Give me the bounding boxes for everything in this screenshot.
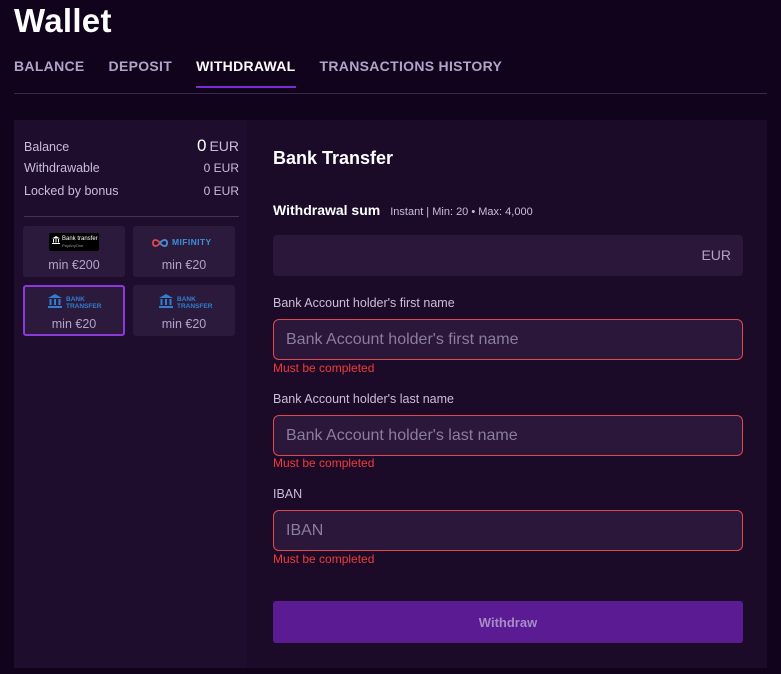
page-title: Wallet: [14, 2, 112, 39]
withdrawal-form: Bank Transfer Withdrawal sum Instant | M…: [247, 120, 767, 668]
sidebar-divider: [24, 216, 239, 217]
bank-transfer-logo-title: Bank transfer: [62, 236, 98, 242]
bank-transfer-blue-logo: BANK TRANSFER: [47, 292, 103, 312]
balance-currency: EUR: [209, 138, 239, 154]
locked-label: Locked by bonus: [24, 184, 119, 198]
mifinity-logo: MIFINITY: [151, 237, 221, 249]
iban-input[interactable]: [273, 510, 743, 551]
first-name-label: Bank Account holder's first name: [273, 296, 455, 310]
tab-deposit[interactable]: DEPOSIT: [109, 58, 173, 86]
mifinity-logo-text: MIFINITY: [172, 237, 212, 247]
bank-icon: [52, 236, 60, 244]
locked-value: 0 EUR: [203, 184, 239, 198]
withdrawable-value: 0 EUR: [203, 161, 239, 175]
balance-amount: 0: [196, 136, 207, 155]
method-mifinity[interactable]: MIFINITY min €20: [133, 226, 235, 277]
tab-transactions-history[interactable]: TRANSACTIONS HISTORY: [320, 58, 503, 86]
balance-label: Balance: [24, 140, 70, 154]
withdrawable-label: Withdrawable: [24, 161, 100, 175]
withdrawable-row: Withdrawable 0 EUR: [24, 161, 239, 175]
withdrawal-sum-label: Withdrawal sum: [273, 202, 381, 218]
method-min-amount: min €20: [51, 317, 97, 331]
balance-value: 0 EUR: [197, 136, 239, 156]
bank-transfer-logo-text: BANK TRANSFER: [177, 296, 213, 310]
amount-currency: EUR: [701, 247, 731, 263]
method-bank-transfer-selected[interactable]: BANK TRANSFER min €20: [23, 285, 125, 336]
bank-icon: [48, 294, 62, 308]
first-name-error: Must be completed: [273, 361, 375, 375]
form-title: Bank Transfer: [273, 148, 394, 168]
bank-transfer-logo-sub: PayAnyOne: [62, 243, 84, 248]
bank-transfer-logo: Bank transfer PayAnyOne: [49, 233, 99, 251]
balance-sidebar: Balance 0 EUR Withdrawable 0 EUR Locked b…: [14, 120, 247, 668]
method-bank-transfer-payanyone[interactable]: Bank transfer PayAnyOne min €200: [23, 226, 125, 277]
last-name-error: Must be completed: [273, 456, 375, 470]
bank-icon: [159, 294, 173, 308]
withdrawal-panel: Balance 0 EUR Withdrawable 0 EUR Locked b…: [14, 120, 767, 668]
locked-row: Locked by bonus 0 EUR: [24, 184, 239, 198]
balance-row: Balance 0 EUR: [24, 136, 239, 156]
method-min-amount: min €20: [161, 317, 207, 331]
withdraw-button[interactable]: Withdraw: [273, 601, 743, 643]
method-bank-transfer-alt[interactable]: BANK TRANSFER min €20: [133, 285, 235, 336]
withdrawal-sum-row: Withdrawal sum Instant | Min: 20 • Max: …: [273, 202, 533, 218]
bank-transfer-blue-logo: BANK TRANSFER: [158, 292, 214, 312]
last-name-label: Bank Account holder's last name: [273, 392, 454, 406]
infinity-icon: [152, 239, 168, 247]
tab-balance[interactable]: BALANCE: [14, 58, 85, 86]
withdrawal-limits: Instant | Min: 20 • Max: 4,000: [390, 206, 533, 218]
amount-input[interactable]: EUR: [273, 235, 743, 276]
tabs-divider: [14, 93, 767, 94]
method-min-amount: min €20: [161, 258, 207, 272]
iban-label: IBAN: [273, 487, 303, 501]
last-name-input[interactable]: [273, 415, 743, 456]
tab-withdrawal[interactable]: WITHDRAWAL: [196, 58, 296, 88]
wallet-tabs: BALANCE DEPOSIT WITHDRAWAL TRANSACTIONS …: [14, 58, 526, 88]
bank-transfer-logo-text: BANK TRANSFER: [66, 296, 102, 310]
first-name-input[interactable]: [273, 319, 743, 360]
method-min-amount: min €200: [48, 258, 100, 272]
iban-error: Must be completed: [273, 552, 375, 566]
